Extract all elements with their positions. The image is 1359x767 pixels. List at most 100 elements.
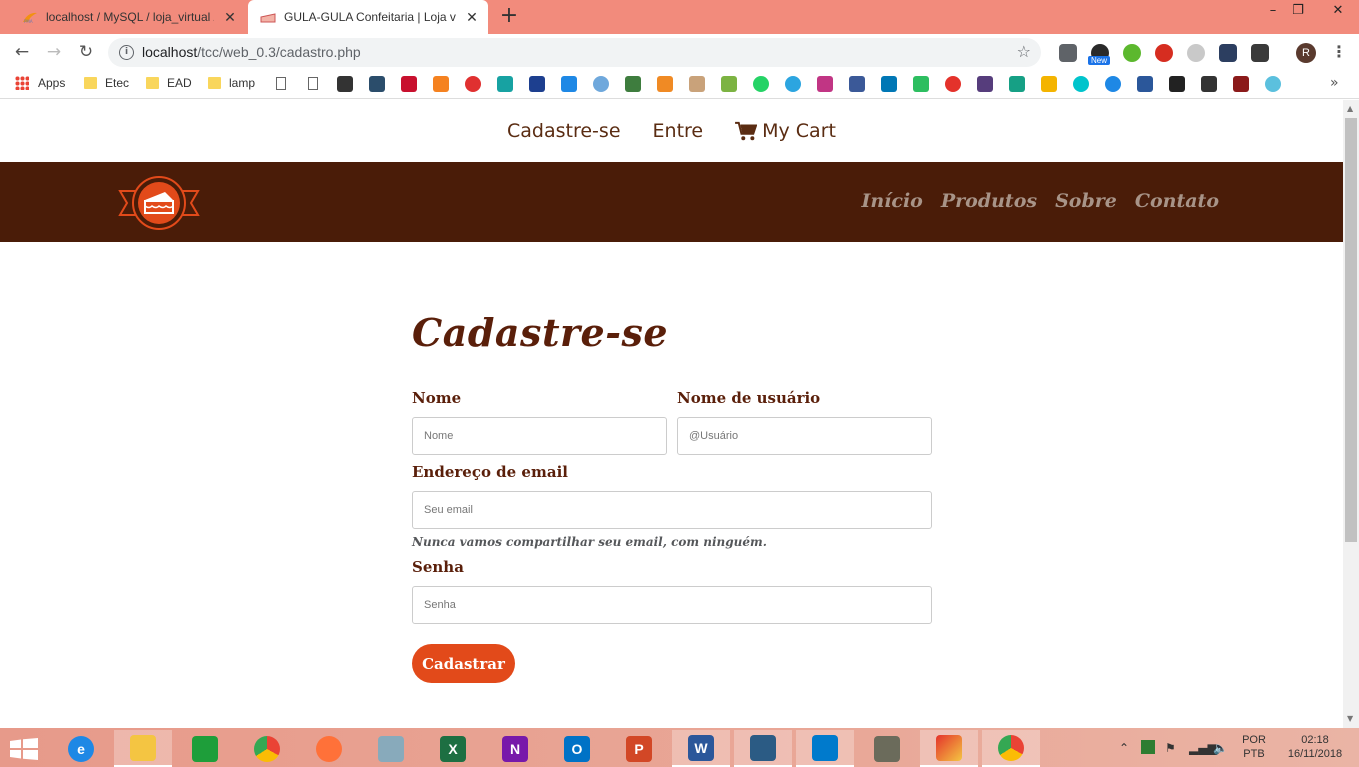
tray-app-icon[interactable] <box>1141 740 1155 754</box>
new-tab-button[interactable]: + <box>497 5 521 29</box>
bookmark-s-icon[interactable] <box>1169 76 1185 92</box>
taskbar-chrome[interactable] <box>238 730 296 767</box>
close-tab-icon[interactable]: ✕ <box>464 9 480 26</box>
name-input[interactable] <box>412 417 667 455</box>
extension-check-icon[interactable] <box>1123 44 1141 62</box>
bookmark-castle-icon[interactable] <box>401 76 417 92</box>
bookmark-spiral-icon[interactable] <box>593 76 609 92</box>
scroll-up-icon[interactable]: ▲ <box>1347 104 1353 113</box>
tray-flag-icon[interactable]: ⚑ <box>1165 741 1176 755</box>
bookmark-p-icon[interactable] <box>1009 76 1025 92</box>
bookmark-infinity-icon[interactable] <box>465 76 481 92</box>
restore-button[interactable]: ❐ <box>1281 0 1315 26</box>
address-bar[interactable]: i localhost/tcc/web_0.3/cadastro.php ☆ <box>108 38 1041 67</box>
taskbar-excel[interactable]: X <box>424 730 482 767</box>
bookmark-map-icon[interactable] <box>625 76 641 92</box>
bookmark-x-green-icon[interactable] <box>497 76 513 92</box>
bookmark-page-2[interactable] <box>308 77 318 90</box>
bookmark-figure-icon[interactable] <box>689 76 705 92</box>
taskbar-explorer[interactable] <box>114 730 172 767</box>
extension-mercury-icon[interactable] <box>1187 44 1205 62</box>
bookmark-folder-lamp[interactable]: lamp <box>208 76 255 90</box>
nav-sobre[interactable]: Sobre <box>1055 190 1117 212</box>
bookmark-page-1[interactable] <box>276 77 286 90</box>
bookmark-star-icon[interactable]: ☆ <box>1017 42 1031 61</box>
forward-button[interactable]: → <box>41 40 67 64</box>
tab-gula-gula[interactable]: GULA-GULA Confeitaria | Loja vir ✕ <box>248 0 488 34</box>
bookmark-st-icon[interactable] <box>1233 76 1249 92</box>
clock[interactable]: 02:18 16/11/2018 <box>1280 733 1350 761</box>
volume-icon[interactable]: 🔈 <box>1213 741 1228 755</box>
bookmark-evernote-icon[interactable] <box>913 76 929 92</box>
cart-link[interactable]: My Cart <box>735 120 836 142</box>
taskbar-vscode[interactable] <box>796 730 854 767</box>
browser-menu-icon[interactable]: ⋮ <box>1331 42 1347 61</box>
tray-expand-icon[interactable]: ⌃ <box>1119 741 1129 755</box>
bookmark-instagram-icon[interactable] <box>817 76 833 92</box>
close-tab-icon[interactable]: ✕ <box>222 9 238 26</box>
extension-wappalyzer-icon[interactable] <box>1219 44 1237 62</box>
bookmark-book-icon[interactable] <box>657 76 673 92</box>
folder-icon <box>208 77 221 89</box>
back-button[interactable]: ← <box>9 40 35 64</box>
taskbar-onenote[interactable]: N <box>486 730 544 767</box>
bookmark-folder-ead[interactable]: EAD <box>146 76 192 90</box>
taskbar-word[interactable]: W <box>672 730 730 767</box>
scrollbar-thumb[interactable] <box>1345 118 1357 542</box>
bookmark-word-icon[interactable] <box>1137 76 1153 92</box>
signup-link[interactable]: Cadastre-se <box>507 120 621 142</box>
taskbar-ie[interactable]: e <box>52 730 110 767</box>
bookmark-folder-etec[interactable]: Etec <box>84 76 129 90</box>
bookmark-x-icon[interactable] <box>369 76 385 92</box>
bookmark-pie-icon[interactable] <box>945 76 961 92</box>
email-input[interactable] <box>412 491 932 529</box>
page-scrollbar[interactable]: ▲ ▼ <box>1343 100 1359 728</box>
url-text[interactable]: localhost/tcc/web_0.3/cadastro.php <box>142 44 361 60</box>
taskbar-monitor[interactable] <box>362 730 420 767</box>
taskbar-powerpoint[interactable]: P <box>610 730 668 767</box>
bookmark-gear-icon[interactable] <box>1105 76 1121 92</box>
bookmark-telegram-icon[interactable] <box>785 76 801 92</box>
close-window-button[interactable]: ✕ <box>1321 0 1355 26</box>
scroll-down-icon[interactable]: ▼ <box>1347 714 1353 723</box>
bookmark-star-icon[interactable] <box>529 76 545 92</box>
bookmark-bars-icon[interactable] <box>721 76 737 92</box>
taskbar-app-color[interactable] <box>920 730 978 767</box>
taskbar-chrome-active[interactable] <box>982 730 1040 767</box>
password-input[interactable] <box>412 586 932 624</box>
bookmark-apps[interactable]: Apps <box>15 76 65 90</box>
bookmark-whatsapp-icon[interactable] <box>753 76 769 92</box>
taskbar-firefox[interactable] <box>300 730 358 767</box>
bookmark-camera-icon[interactable] <box>1201 76 1217 92</box>
bookmarks-overflow-icon[interactable]: » <box>1330 75 1339 91</box>
bookmark-in-icon[interactable] <box>433 76 449 92</box>
bookmark-facebook-icon[interactable] <box>849 76 865 92</box>
nav-inicio[interactable]: Início <box>861 190 922 212</box>
nav-produtos[interactable]: Produtos <box>941 190 1037 212</box>
taskbar-mysql-workbench[interactable] <box>734 730 792 767</box>
language-indicator[interactable]: POR PTB <box>1237 733 1271 761</box>
cake-logo-icon[interactable] <box>118 174 200 232</box>
bookmark-c-icon[interactable] <box>1265 76 1281 92</box>
extension-keep-icon[interactable] <box>1059 44 1077 62</box>
taskbar-gimp[interactable] <box>858 730 916 767</box>
extension-tools-icon[interactable] <box>1251 44 1269 62</box>
site-info-icon[interactable]: i <box>119 45 134 60</box>
bookmark-bootstrap-icon[interactable] <box>977 76 993 92</box>
nav-contato[interactable]: Contato <box>1135 190 1219 212</box>
login-link[interactable]: Entre <box>653 120 704 142</box>
bookmark-canva-icon[interactable] <box>1073 76 1089 92</box>
profile-avatar[interactable]: R <box>1296 43 1316 63</box>
bookmark-linkedin-icon[interactable] <box>881 76 897 92</box>
signup-submit-button[interactable]: Cadastrar <box>412 644 515 683</box>
taskbar-store[interactable] <box>176 730 234 767</box>
bookmark-net-icon[interactable] <box>561 76 577 92</box>
tab-phpmyadmin[interactable]: PMA localhost / MySQL / loja_virtual / ✕ <box>10 0 246 34</box>
reload-button[interactable]: ↻ <box>73 40 99 64</box>
bookmark-eap-icon[interactable] <box>337 76 353 92</box>
extension-adblock-icon[interactable] <box>1155 44 1173 62</box>
taskbar-outlook[interactable]: O <box>548 730 606 767</box>
windows-start-icon[interactable] <box>10 738 38 760</box>
username-input[interactable] <box>677 417 932 455</box>
bookmark-drive-icon[interactable] <box>1041 76 1057 92</box>
